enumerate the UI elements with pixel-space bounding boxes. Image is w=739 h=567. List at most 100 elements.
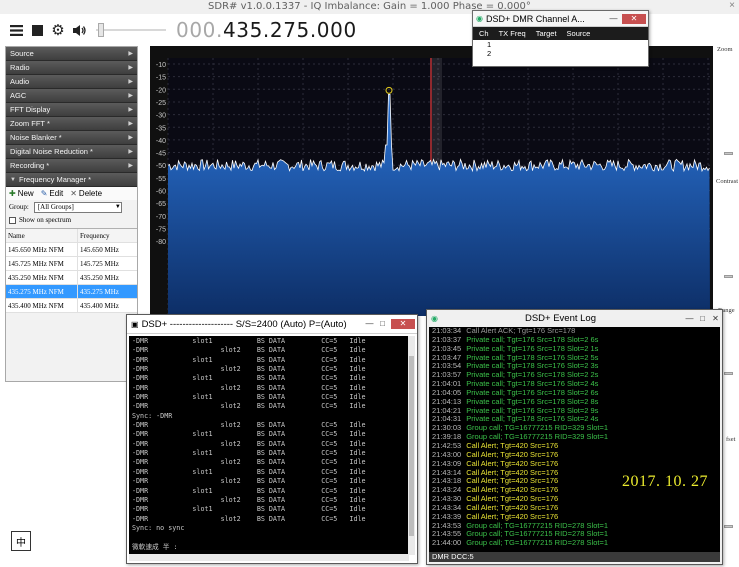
channel-window-titlebar[interactable]: ◉ DSD+ DMR Channel A... — ✕ [473, 11, 648, 27]
chevron-down-icon: ▼ [114, 204, 121, 210]
dsd-console-titlebar[interactable]: ▣ DSD+ -------------------- S/S=2400 (Au… [127, 315, 417, 334]
y-tick-label: -45 [156, 151, 166, 158]
range-slider[interactable] [724, 372, 733, 375]
console-line: -DMR slot1 BS DATA CC=5 Idle [132, 374, 366, 383]
log-time: 21:03:47 [432, 352, 462, 362]
sidebar-item-fft-display[interactable]: FFT Display ▶ [6, 103, 137, 117]
table-row[interactable]: 435.400 MHz NFM 435.400 MHz [6, 299, 137, 313]
chevron-right-icon: ▶ [128, 51, 133, 57]
stop-icon[interactable] [31, 22, 43, 38]
sidebar-item-label: Radio [10, 63, 30, 72]
sidebar-item-noise-blanker[interactable]: Noise Blanker * ▶ [6, 131, 137, 145]
vertical-scrollbar[interactable] [408, 336, 415, 555]
volume-slider-handle[interactable] [98, 23, 104, 37]
zoom-slider[interactable] [724, 152, 733, 155]
sidebar-item-agc[interactable]: AGC ▶ [6, 89, 137, 103]
log-message: Private call; Tgt=176 Src=178 Slot=2 8s [466, 396, 599, 406]
sidebar-item-label: Noise Blanker * [10, 133, 62, 142]
table-row[interactable]: 145.725 MHz NFM 145.725 MHz [6, 257, 137, 271]
group-row: Group: [All Groups] ▼ [6, 200, 137, 214]
console-line: -DMR slot2 BS DATA CC=5 Idle [132, 421, 366, 430]
log-time: 21:43:39 [432, 511, 462, 521]
sidebar: Source ▶ Radio ▶ Audio ▶ AGC ▶ FFT Display ▶ Zoom … [5, 46, 138, 382]
sidebar-item-label: Frequency Manager * [18, 175, 92, 184]
table-row[interactable]: 435.275 MHz NFM 435.275 MHz [6, 285, 137, 299]
offset-slider[interactable] [724, 525, 733, 528]
delete-button[interactable]: ✕ Delete [70, 187, 102, 200]
column-header[interactable]: Name [6, 229, 78, 242]
sidebar-item-radio[interactable]: Radio ▶ [6, 61, 137, 75]
channel-column-header: Source [566, 29, 591, 38]
list-item: 1 [487, 40, 492, 49]
contrast-label: Contrast [716, 178, 739, 185]
y-tick-label: -50 [156, 163, 166, 170]
minimize-button[interactable]: — [363, 319, 376, 329]
new-button[interactable]: ✚ New [9, 187, 34, 200]
group-select[interactable]: [All Groups] ▼ [33, 201, 122, 213]
contrast-slider[interactable] [724, 275, 733, 278]
sidebar-item-label: FFT Display [10, 105, 51, 114]
sidebar-item-label: Zoom FFT * [10, 119, 50, 128]
sidebar-item-frequency-manager[interactable]: ▼ Frequency Manager * [6, 173, 137, 187]
close-button[interactable]: ✕ [709, 314, 722, 324]
speaker-icon[interactable] [71, 22, 87, 38]
y-tick-label: -60 [156, 189, 166, 196]
console-line: -DMR slot1 BS DATA CC=5 Idle [132, 505, 366, 514]
show-on-spectrum-checkbox[interactable] [9, 216, 16, 224]
ime-indicator[interactable]: 中 [11, 531, 31, 551]
scrollbar-thumb[interactable] [409, 356, 414, 536]
chevron-right-icon: ▶ [128, 93, 133, 99]
chevron-right-icon: ▶ [128, 163, 133, 169]
log-time: 21:43:30 [432, 494, 462, 504]
frequency-table: Name Frequency 145.650 MHz NFM 145.650 MHz 1… [6, 228, 137, 313]
delete-icon: ✕ [70, 189, 77, 198]
table-row[interactable]: 435.250 MHz NFM 435.250 MHz [6, 271, 137, 285]
log-time: 21:04:05 [432, 387, 462, 397]
channel-column-header: Target [535, 29, 557, 38]
sidebar-item-recording[interactable]: Recording * ▶ [6, 159, 137, 173]
sidebar-item-digital-noise-reduction[interactable]: Digital Noise Reduction * ▶ [6, 145, 137, 159]
gear-icon[interactable]: ⚙ [50, 22, 66, 39]
table-row[interactable]: 145.650 MHz NFM 145.650 MHz [6, 243, 137, 257]
log-time: 21:03:54 [432, 361, 462, 371]
event-log-titlebar[interactable]: ◉ DSD+ Event Log — □ ✕ [427, 310, 722, 327]
log-message: Group call; TG=16777215 RID=329 Slot=1 [466, 432, 609, 442]
sidebar-item-zoom-fft[interactable]: Zoom FFT * ▶ [6, 117, 137, 131]
spectrum-svg: -10 -15 -20 -25 -30 -35 -40 -45 -50 -55 -60 -65 -70 -… [156, 58, 710, 316]
row-frequency: 435.400 MHz [80, 302, 119, 310]
maximize-button[interactable]: □ [376, 319, 389, 329]
edit-button[interactable]: ✎ Edit [41, 187, 64, 200]
app-icon: ◉ [431, 314, 438, 323]
close-button[interactable]: ✕ [391, 319, 415, 329]
y-tick-label: -30 [156, 113, 166, 120]
event-log-list: 21:03:34 Call Alert ACK; Tgt=176 Src=178 2… [429, 327, 720, 552]
y-tick-label: -40 [156, 138, 166, 145]
hamburger-icon[interactable] [9, 22, 23, 38]
sidebar-item-audio[interactable]: Audio ▶ [6, 75, 137, 89]
log-time: 21:04:21 [432, 405, 462, 415]
sidebar-item-source[interactable]: Source ▶ [6, 47, 137, 61]
spectrum-display[interactable]: -10 -15 -20 -25 -30 -35 -40 -45 -50 -55 -60 -65 -70 -… [150, 46, 713, 316]
new-icon: ✚ [9, 189, 16, 198]
column-header[interactable]: Frequency [78, 229, 137, 242]
frequency-display[interactable]: 000.435.275.000 [176, 18, 357, 42]
row-frequency: 145.725 MHz [80, 260, 119, 268]
console-line: -DMR slot2 BS DATA CC=5 Idle [132, 495, 366, 504]
log-message: Call Alert; Tgt=420 Src=176 [466, 494, 559, 504]
minimize-button[interactable]: — [683, 314, 696, 324]
log-time: 21:39:18 [432, 432, 462, 442]
y-tick-label: -75 [156, 226, 166, 233]
log-time: 21:43:14 [432, 467, 462, 477]
minimize-button[interactable]: — [607, 14, 620, 24]
close-button[interactable]: ✕ [622, 13, 646, 24]
console-line: -DMR slot1 BS DATA CC=5 Idle [132, 467, 366, 476]
y-tick-label: -25 [156, 100, 166, 107]
row-name: 435.275 MHz NFM [6, 285, 78, 298]
event-log-title: DSD+ Event Log [524, 313, 596, 324]
volume-slider-track[interactable] [96, 29, 166, 31]
maximize-button[interactable]: □ [696, 314, 709, 324]
horizontal-scrollbar[interactable] [129, 554, 409, 561]
log-time: 21:43:53 [432, 520, 462, 530]
close-icon[interactable]: × [729, 0, 735, 11]
